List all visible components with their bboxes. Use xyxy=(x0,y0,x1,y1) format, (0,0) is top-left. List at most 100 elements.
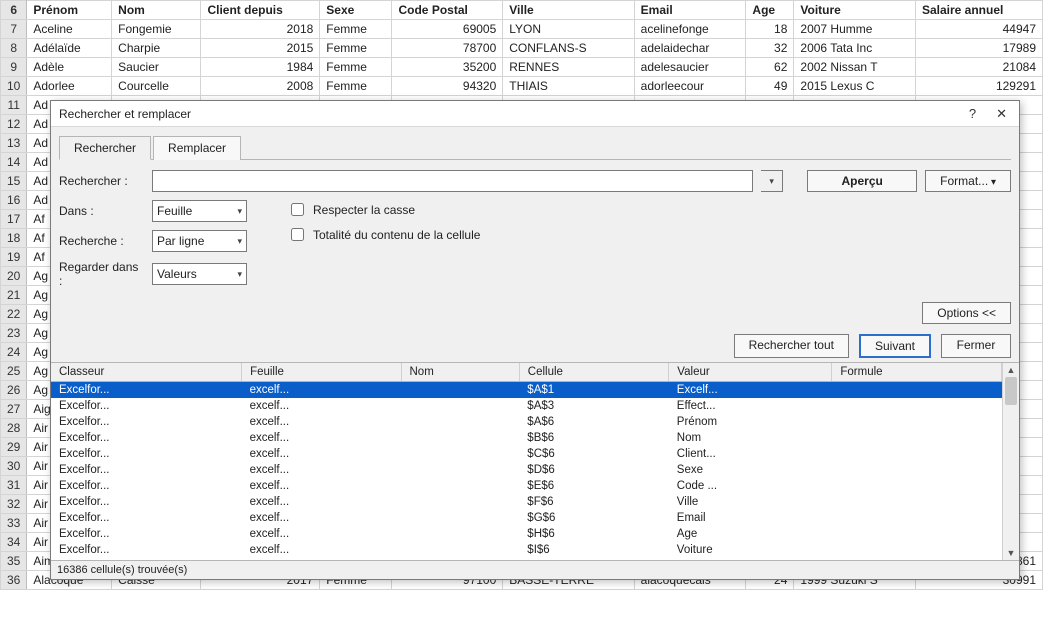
results-row[interactable]: Excelfor...excelf...$I$6Voiture xyxy=(51,542,1002,558)
row-number[interactable]: 15 xyxy=(1,172,27,191)
row-number[interactable]: 18 xyxy=(1,229,27,248)
results-row[interactable]: Excelfor...excelf...$H$6Age xyxy=(51,526,1002,542)
cell[interactable]: 44947 xyxy=(915,20,1042,39)
column-header[interactable]: Code Postal xyxy=(392,1,503,20)
row-number[interactable]: 8 xyxy=(1,39,27,58)
cell[interactable]: 2002 Nissan T xyxy=(794,58,916,77)
cell[interactable]: 78700 xyxy=(392,39,503,58)
cell[interactable]: 1984 xyxy=(201,58,320,77)
column-header[interactable]: Client depuis xyxy=(201,1,320,20)
options-button[interactable]: Options << xyxy=(922,302,1011,324)
column-header[interactable]: Salaire annuel xyxy=(915,1,1042,20)
results-row[interactable]: Excelfor...excelf...$F$6Ville xyxy=(51,494,1002,510)
row-number[interactable]: 23 xyxy=(1,324,27,343)
row-number[interactable]: 19 xyxy=(1,248,27,267)
match-case-checkbox[interactable]: Respecter la casse xyxy=(287,200,480,219)
column-header[interactable]: Nom xyxy=(112,1,201,20)
row-number[interactable]: 35 xyxy=(1,552,27,571)
cell[interactable]: Femme xyxy=(320,20,392,39)
cell[interactable]: Courcelle xyxy=(112,77,201,96)
row-number[interactable]: 27 xyxy=(1,400,27,419)
within-select[interactable]: Feuille▾ xyxy=(152,200,247,222)
cell[interactable]: 2008 xyxy=(201,77,320,96)
cell[interactable]: CONFLANS-S xyxy=(503,39,634,58)
cell[interactable]: 69005 xyxy=(392,20,503,39)
cell[interactable]: adelesaucier xyxy=(634,58,746,77)
row-number[interactable]: 14 xyxy=(1,153,27,172)
cell[interactable]: 129291 xyxy=(915,77,1042,96)
cell[interactable]: 35200 xyxy=(392,58,503,77)
cell[interactable]: 2007 Humme xyxy=(794,20,916,39)
cell[interactable]: 49 xyxy=(746,77,794,96)
dialog-titlebar[interactable]: Rechercher et remplacer ? ✕ xyxy=(51,101,1019,127)
search-history-dropdown[interactable]: ▾ xyxy=(761,170,783,192)
results-column-header[interactable]: Valeur xyxy=(669,363,832,382)
results-row[interactable]: Excelfor...excelf...$C$6Client... xyxy=(51,446,1002,462)
row-number[interactable]: 30 xyxy=(1,457,27,476)
results-row[interactable]: Excelfor...excelf...$E$6Code ... xyxy=(51,478,1002,494)
row-number[interactable]: 36 xyxy=(1,571,27,590)
column-header[interactable]: Prénom xyxy=(27,1,112,20)
close-icon[interactable]: ✕ xyxy=(992,106,1011,122)
row-number[interactable]: 12 xyxy=(1,115,27,134)
preview-button[interactable]: Aperçu xyxy=(807,170,917,192)
cell[interactable]: Adélaïde xyxy=(27,39,112,58)
search-input[interactable] xyxy=(152,170,753,192)
cell[interactable]: Fongemie xyxy=(112,20,201,39)
cell[interactable]: Femme xyxy=(320,58,392,77)
row-number[interactable]: 34 xyxy=(1,533,27,552)
cell[interactable]: acelinefonge xyxy=(634,20,746,39)
results-column-header[interactable]: Formule xyxy=(832,363,1002,382)
results-column-header[interactable]: Nom xyxy=(401,363,519,382)
cell[interactable]: 17989 xyxy=(915,39,1042,58)
tab-search[interactable]: Rechercher xyxy=(59,136,151,160)
column-header[interactable]: Age xyxy=(746,1,794,20)
row-number[interactable]: 25 xyxy=(1,362,27,381)
row-number[interactable]: 33 xyxy=(1,514,27,533)
cell[interactable]: Femme xyxy=(320,39,392,58)
results-row[interactable]: Excelfor...excelf...$B$6Nom xyxy=(51,430,1002,446)
results-table[interactable]: ClasseurFeuilleNomCelluleValeurFormule E… xyxy=(51,363,1002,560)
cell[interactable]: 2015 xyxy=(201,39,320,58)
column-header[interactable]: Ville xyxy=(503,1,634,20)
cell[interactable]: adelaidechar xyxy=(634,39,746,58)
results-column-header[interactable]: Classeur xyxy=(51,363,242,382)
row-number[interactable]: 22 xyxy=(1,305,27,324)
cell[interactable]: THIAIS xyxy=(503,77,634,96)
results-row[interactable]: Excelfor...excelf...$A$6Prénom xyxy=(51,414,1002,430)
table-row[interactable]: 10AdorleeCourcelle2008Femme94320THIAISad… xyxy=(1,77,1043,96)
results-column-header[interactable]: Feuille xyxy=(242,363,401,382)
results-row[interactable]: Excelfor...excelf...$A$3Effect... xyxy=(51,398,1002,414)
scroll-down-icon[interactable]: ▼ xyxy=(1003,546,1019,560)
lookin-select[interactable]: Valeurs▾ xyxy=(152,263,247,285)
cell[interactable]: RENNES xyxy=(503,58,634,77)
table-row[interactable]: 9AdèleSaucier1984Femme35200RENNESadelesa… xyxy=(1,58,1043,77)
cell[interactable]: 18 xyxy=(746,20,794,39)
cell[interactable]: LYON xyxy=(503,20,634,39)
cell[interactable]: Femme xyxy=(320,77,392,96)
cell[interactable]: Saucier xyxy=(112,58,201,77)
cell[interactable]: 2018 xyxy=(201,20,320,39)
help-icon[interactable]: ? xyxy=(965,106,980,121)
row-number[interactable]: 24 xyxy=(1,343,27,362)
results-column-header[interactable]: Cellule xyxy=(519,363,669,382)
cell[interactable]: adorleecour xyxy=(634,77,746,96)
row-number[interactable]: 9 xyxy=(1,58,27,77)
scroll-up-icon[interactable]: ▲ xyxy=(1003,363,1019,377)
row-number[interactable]: 28 xyxy=(1,419,27,438)
row-number[interactable]: 29 xyxy=(1,438,27,457)
column-header[interactable]: Voiture xyxy=(794,1,916,20)
cell[interactable]: 21084 xyxy=(915,58,1042,77)
row-number[interactable]: 21 xyxy=(1,286,27,305)
results-scrollbar[interactable]: ▲ ▼ xyxy=(1002,363,1019,560)
table-row[interactable]: 8AdélaïdeCharpie2015Femme78700CONFLANS-S… xyxy=(1,39,1043,58)
column-header[interactable]: Sexe xyxy=(320,1,392,20)
column-header[interactable]: Email xyxy=(634,1,746,20)
cell[interactable]: 62 xyxy=(746,58,794,77)
cell[interactable]: 2015 Lexus C xyxy=(794,77,916,96)
cell[interactable]: Adorlee xyxy=(27,77,112,96)
results-row[interactable]: Excelfor...excelf...$A$1Excelf... xyxy=(51,382,1002,399)
cell[interactable]: 94320 xyxy=(392,77,503,96)
row-number[interactable]: 17 xyxy=(1,210,27,229)
results-row[interactable]: Excelfor...excelf...$J$6Salair... xyxy=(51,558,1002,560)
